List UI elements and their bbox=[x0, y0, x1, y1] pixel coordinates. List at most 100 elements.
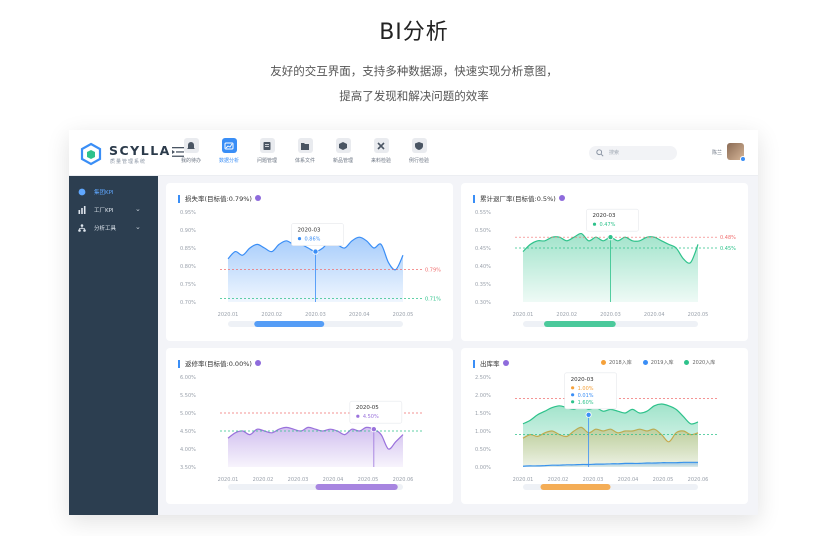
tooltip-dot bbox=[571, 386, 575, 390]
shield-icon bbox=[411, 138, 427, 153]
x-tick-label: 2020.06 bbox=[688, 477, 709, 483]
logo-cube-icon bbox=[80, 142, 102, 166]
y-tick-label: 5.00% bbox=[180, 411, 196, 417]
y-tick-label: 0.70% bbox=[180, 300, 196, 306]
tools-icon bbox=[373, 138, 389, 153]
chevron-down-icon: ⌄ bbox=[135, 205, 141, 213]
chart-svg: 0.55% 0.50% 0.45% 0.40% 0.35% 0.30% 2020.01 202… bbox=[475, 208, 736, 327]
sidebar: 集团KPI 工厂KPI ⌄ 分析工具 ⌄ bbox=[69, 176, 158, 515]
sidebar-item-bar[interactable]: 工厂KPI ⌄ bbox=[69, 202, 158, 218]
nav-item-label: 数据分析 bbox=[218, 158, 239, 164]
nav-item-folder[interactable]: 体系文件 bbox=[285, 138, 325, 164]
nav-item-chart[interactable]: 数据分析 bbox=[209, 138, 249, 164]
range-scrollbar-thumb[interactable] bbox=[544, 321, 616, 327]
bell-icon bbox=[183, 138, 199, 153]
x-tick-label: 2020.05 bbox=[358, 477, 379, 483]
nav-item-label: 体系文件 bbox=[294, 158, 315, 164]
tree-icon bbox=[78, 224, 86, 232]
y-tick-label: 4.50% bbox=[180, 429, 196, 435]
page-title: BI分析 bbox=[379, 20, 449, 45]
tooltip-value: 4.50% bbox=[363, 414, 379, 420]
y-tick-label: 0.85% bbox=[180, 246, 196, 252]
folder-icon bbox=[297, 138, 313, 153]
x-tick-label: 2020.01 bbox=[513, 477, 534, 483]
tooltip-point[interactable] bbox=[370, 426, 377, 433]
y-tick-label: 0.80% bbox=[180, 264, 196, 270]
y-tick-label: 0.35% bbox=[475, 282, 491, 288]
tooltip-value: 0.47% bbox=[600, 222, 616, 228]
sidebar-item-label: 工厂KPI bbox=[94, 208, 114, 214]
page-subtitle-line-2: 提高了发现和解决问题的效率 bbox=[339, 89, 489, 103]
reference-line-label: 0.45% bbox=[720, 246, 736, 252]
x-tick-label: 2020.03 bbox=[600, 312, 621, 318]
sidebar-item-tree[interactable]: 分析工具 ⌄ bbox=[69, 220, 158, 236]
top-bar: SCYLLA 质量管理系统 我的待办 数据分析 问题管理 体系文件 新品管理 来料检验 例行… bbox=[69, 130, 758, 176]
tooltip-value: 1.60% bbox=[578, 400, 594, 406]
status-dot bbox=[740, 156, 746, 162]
nav-item-label: 问题管理 bbox=[256, 158, 277, 164]
x-tick-label: 2020.04 bbox=[323, 477, 344, 483]
x-tick-label: 2020.01 bbox=[218, 477, 239, 483]
x-tick-label: 2020.04 bbox=[644, 312, 665, 318]
nav-item-shield[interactable]: 例行检验 bbox=[399, 138, 439, 164]
chart-svg: 2.50% 2.00% 1.50% 1.00% 0.50% 0.00% 2020.01 202… bbox=[475, 372, 718, 490]
tooltip-point[interactable] bbox=[312, 248, 319, 255]
tooltip: 2020-03 0.47% bbox=[586, 208, 639, 232]
y-tick-label: 0.30% bbox=[475, 300, 491, 306]
x-tick-label: 2020.02 bbox=[261, 312, 282, 318]
tooltip-dot bbox=[571, 400, 575, 404]
y-tick-label: 2.00% bbox=[475, 393, 491, 399]
x-tick-label: 2020.03 bbox=[583, 477, 604, 483]
y-tick-label: 0.00% bbox=[475, 465, 491, 471]
reference-line-label: 0.48% bbox=[720, 235, 736, 241]
y-tick-label: 0.45% bbox=[475, 246, 491, 252]
chart-card-repair-rate: 返修率(目标值:0.00%) 6.00% 5.50% 5.00% 4.50% 4.00% 3… bbox=[166, 348, 453, 504]
x-tick-label: 2020.03 bbox=[288, 477, 309, 483]
range-scrollbar-thumb[interactable] bbox=[254, 321, 325, 327]
search-box[interactable]: 搜索 bbox=[589, 146, 677, 160]
chart-card-loss-rate: 损失率(目标值:0.79%) 0.95% 0.90% 0.85% 0.80% 0.75% 0… bbox=[166, 183, 453, 341]
tooltip-dot bbox=[592, 222, 597, 226]
tooltip-point[interactable] bbox=[607, 234, 614, 241]
x-tick-label: 2020.01 bbox=[513, 312, 534, 318]
box-icon bbox=[335, 138, 351, 153]
reference-line-label: 0.71% bbox=[425, 296, 441, 302]
nav-item-issue[interactable]: 问题管理 bbox=[247, 138, 287, 164]
tooltip-value: 1.00% bbox=[578, 386, 594, 392]
y-tick-label: 3.50% bbox=[180, 465, 196, 471]
x-tick-label: 2020.02 bbox=[556, 312, 577, 318]
x-tick-label: 2020.02 bbox=[253, 477, 274, 483]
issue-icon bbox=[259, 138, 275, 153]
user-name[interactable]: 陈兰 bbox=[712, 149, 722, 156]
sidebar-item-globe[interactable]: 集团KPI bbox=[69, 184, 158, 200]
range-scrollbar-thumb[interactable] bbox=[315, 484, 398, 490]
y-tick-label: 1.50% bbox=[475, 411, 491, 417]
chart-card-outbound-rate: 出库率 2018入库 2019入库 2020入库 2.50% 2.00% 1.50% 1.00… bbox=[461, 348, 748, 504]
reference-line-label: 0.79% bbox=[425, 268, 441, 274]
y-tick-label: 0.75% bbox=[180, 282, 196, 288]
nav-item-tools[interactable]: 来料检验 bbox=[361, 138, 401, 164]
logo[interactable]: SCYLLA 质量管理系统 bbox=[79, 142, 179, 168]
search-placeholder: 搜索 bbox=[609, 150, 620, 156]
nav-item-box[interactable]: 新品管理 bbox=[323, 138, 363, 164]
logo-subtitle: 质量管理系统 bbox=[110, 159, 147, 165]
range-scrollbar-thumb[interactable] bbox=[540, 484, 611, 490]
chart-card-return-rate: 累计退厂率(目标值:0.5%) 0.55% 0.50% 0.45% 0.40% 0.35%… bbox=[461, 183, 748, 341]
series-area bbox=[523, 404, 698, 467]
tooltip-point[interactable] bbox=[585, 411, 592, 418]
nav-item-bell[interactable]: 我的待办 bbox=[171, 138, 211, 164]
y-tick-label: 5.50% bbox=[180, 393, 196, 399]
page-subtitle-line-1: 友好的交互界面，支持多种数据源，快速实现分析意图， bbox=[270, 64, 558, 78]
tooltip-dot bbox=[356, 414, 360, 418]
y-tick-label: 4.00% bbox=[180, 447, 196, 453]
chart-svg: 6.00% 5.50% 5.00% 4.50% 4.00% 3.50% 2020.01 202… bbox=[180, 375, 423, 490]
y-tick-label: 2.50% bbox=[475, 375, 491, 381]
tooltip: 2020-03 1.00%0.01%1.60% bbox=[564, 372, 617, 410]
globe-icon bbox=[78, 188, 86, 196]
sidebar-item-label: 集团KPI bbox=[94, 190, 114, 196]
x-tick-label: 2020.05 bbox=[653, 477, 674, 483]
x-tick-label: 2020.01 bbox=[218, 312, 239, 318]
tooltip: 2020-05 4.50% bbox=[349, 400, 403, 424]
x-tick-label: 2020.02 bbox=[548, 477, 569, 483]
app-screenshot: SCYLLA 质量管理系统 我的待办 数据分析 问题管理 体系文件 新品管理 来料检验 例行… bbox=[69, 130, 758, 515]
